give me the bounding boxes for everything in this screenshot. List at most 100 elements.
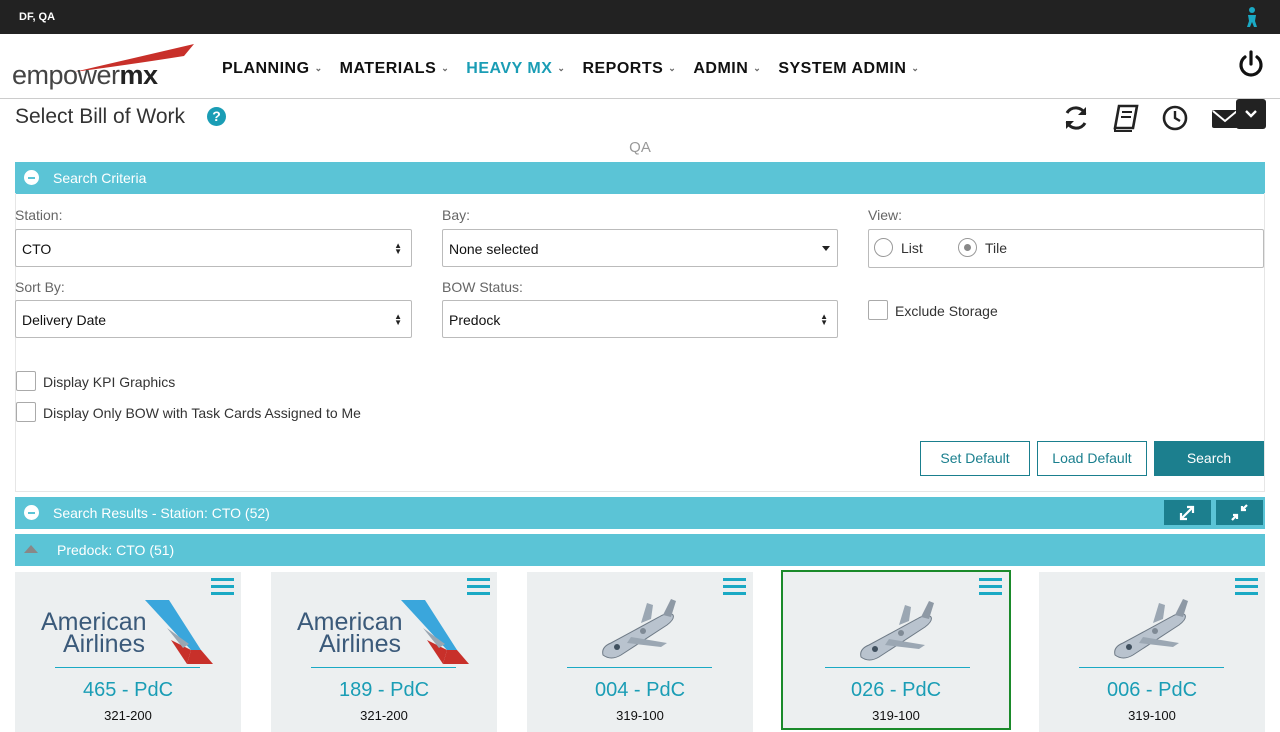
nav-item-system-admin[interactable]: SYSTEM ADMIN ⌄ <box>778 60 919 78</box>
view-label: View: <box>868 207 902 223</box>
sortby-label: Sort By: <box>15 279 65 295</box>
sort-arrows-icon: ▲ ▼ <box>394 241 402 256</box>
nav-menu: PLANNING ⌄ MATERIALS ⌄ HEAVY MX ⌄ REPORTS ⌄ … <box>222 60 936 78</box>
collapse-triangle-icon[interactable] <box>24 545 38 553</box>
bay-select[interactable]: None selected <box>442 229 838 267</box>
search-results-title: Search Results - Station: CTO (52) <box>53 505 270 521</box>
view-radio-group <box>868 229 1264 268</box>
exclude-storage-label: Exclude Storage <box>895 303 998 319</box>
power-icon[interactable] <box>1236 50 1266 80</box>
tile-divider <box>55 667 200 668</box>
collapse-icon[interactable] <box>24 505 39 520</box>
tile-type: 321-200 <box>360 708 408 723</box>
empowermx-logo[interactable]: empowermx <box>12 44 197 92</box>
search-criteria-title: Search Criteria <box>53 170 147 186</box>
tile-name: 004 - PdC <box>594 679 686 701</box>
tile-divider <box>825 667 970 668</box>
search-criteria-header[interactable]: Search Criteria <box>15 162 1265 194</box>
display-only-mine-label: Display Only BOW with Task Cards Assigne… <box>43 405 361 421</box>
bow-status-label: BOW Status: <box>442 279 523 295</box>
collapse-icon[interactable] <box>24 170 39 185</box>
book-icon[interactable] <box>1111 103 1141 133</box>
nav-item-reports[interactable]: REPORTS ⌄ <box>582 60 676 78</box>
view-tile-label: Tile <box>985 240 1008 256</box>
station-value: CTO <box>22 241 52 257</box>
view-list-radio[interactable] <box>874 238 893 257</box>
station-label: Station: <box>15 207 63 223</box>
bow-tile[interactable]: American Airlines 189 - PdC 321-200 <box>271 572 497 732</box>
clock-icon[interactable] <box>1161 103 1191 133</box>
tile-name: 465 - PdC <box>82 679 174 701</box>
person-icon[interactable] <box>1242 6 1262 28</box>
search-results-header[interactable]: Search Results - Station: CTO (52) <box>15 497 1265 529</box>
nav-item-materials[interactable]: MATERIALS ⌄ <box>340 60 450 78</box>
expand-icon <box>1179 505 1195 521</box>
predock-group-header[interactable]: Predock: CTO (51) <box>15 534 1265 566</box>
station-select[interactable]: CTO ▲ ▼ <box>15 229 412 267</box>
caret-down-icon <box>822 246 830 251</box>
bay-label: Bay: <box>442 207 471 223</box>
help-icon[interactable]: ? <box>207 107 226 126</box>
sortby-value: Delivery Date <box>22 312 107 328</box>
exclude-storage-checkbox[interactable] <box>868 300 888 320</box>
chevron-down-icon: ⌄ <box>557 63 566 73</box>
header-collapse-button[interactable] <box>1236 99 1266 129</box>
tile-divider <box>1079 667 1224 668</box>
bow-tile[interactable]: 004 - PdC 319-100 <box>527 572 753 732</box>
refresh-icon[interactable] <box>1061 103 1091 133</box>
compress-button[interactable] <box>1216 500 1263 525</box>
jet-icon <box>860 601 934 661</box>
american-airlines-logo: American Airlines <box>41 600 216 666</box>
chevron-down-icon: ⌄ <box>441 63 450 73</box>
tile-name: 006 - PdC <box>1106 679 1198 701</box>
jet-icon <box>602 599 676 659</box>
load-default-button[interactable]: Load Default <box>1037 441 1147 476</box>
chevron-down-icon: ⌄ <box>911 63 920 73</box>
american-airlines-logo: American Airlines <box>297 600 472 666</box>
nav-item-planning[interactable]: PLANNING ⌄ <box>222 60 323 78</box>
bow-tile[interactable]: 006 - PdC 319-100 <box>1039 572 1265 732</box>
bow-status-select[interactable]: Predock ▲ ▼ <box>442 300 838 338</box>
display-kpi-checkbox[interactable] <box>16 371 36 391</box>
compress-icon <box>1231 504 1248 521</box>
user-label: DF, QA <box>19 11 56 23</box>
bow-tile[interactable]: American Airlines 465 - PdC 321-200 <box>15 572 241 732</box>
tile-name: 026 - PdC <box>850 679 942 701</box>
bow-tile-selected[interactable]: 026 - PdC 319-100 <box>781 570 1011 730</box>
expand-button[interactable] <box>1164 500 1211 525</box>
sort-arrows-icon: ▲ ▼ <box>394 312 402 327</box>
set-default-button[interactable]: Set Default <box>920 441 1030 476</box>
chevron-down-icon: ⌄ <box>314 63 323 73</box>
logo-text: empowermx <box>12 60 158 90</box>
tile-type: 319-100 <box>872 708 920 723</box>
bow-status-value: Predock <box>449 312 501 328</box>
jet-icon <box>1114 599 1188 659</box>
menu-icon[interactable] <box>723 578 746 596</box>
menu-icon[interactable] <box>467 578 490 596</box>
tile-divider <box>311 667 456 668</box>
tile-type: 319-100 <box>1128 708 1176 723</box>
menu-icon[interactable] <box>979 578 1002 596</box>
tile-divider <box>567 667 712 668</box>
menu-icon[interactable] <box>1235 578 1258 596</box>
top-bar: DF, QA <box>0 0 1280 34</box>
display-only-mine-checkbox[interactable] <box>16 402 36 422</box>
tile-type: 319-100 <box>616 708 664 723</box>
sort-arrows-icon: ▲ ▼ <box>820 312 828 327</box>
chevron-down-icon <box>1245 110 1257 118</box>
display-kpi-label: Display KPI Graphics <box>43 374 176 390</box>
tile-name: 189 - PdC <box>338 679 430 701</box>
menu-icon[interactable] <box>211 578 234 596</box>
page-title: Select Bill of Work <box>15 105 185 128</box>
chevron-down-icon: ⌄ <box>668 63 677 73</box>
chevron-down-icon: ⌄ <box>753 63 762 73</box>
bay-value: None selected <box>449 241 539 257</box>
view-list-label: List <box>901 240 923 256</box>
nav-item-admin[interactable]: ADMIN ⌄ <box>693 60 761 78</box>
main-nav: empowermx PLANNING ⌄ MATERIALS ⌄ HEAVY MX ⌄… <box>0 34 1280 99</box>
sortby-select[interactable]: Delivery Date ▲ ▼ <box>15 300 412 338</box>
nav-item-heavy-mx[interactable]: HEAVY MX ⌄ <box>466 60 565 78</box>
environment-label: QA <box>629 139 651 156</box>
view-tile-radio[interactable] <box>958 238 977 257</box>
search-button[interactable]: Search <box>1154 441 1264 476</box>
